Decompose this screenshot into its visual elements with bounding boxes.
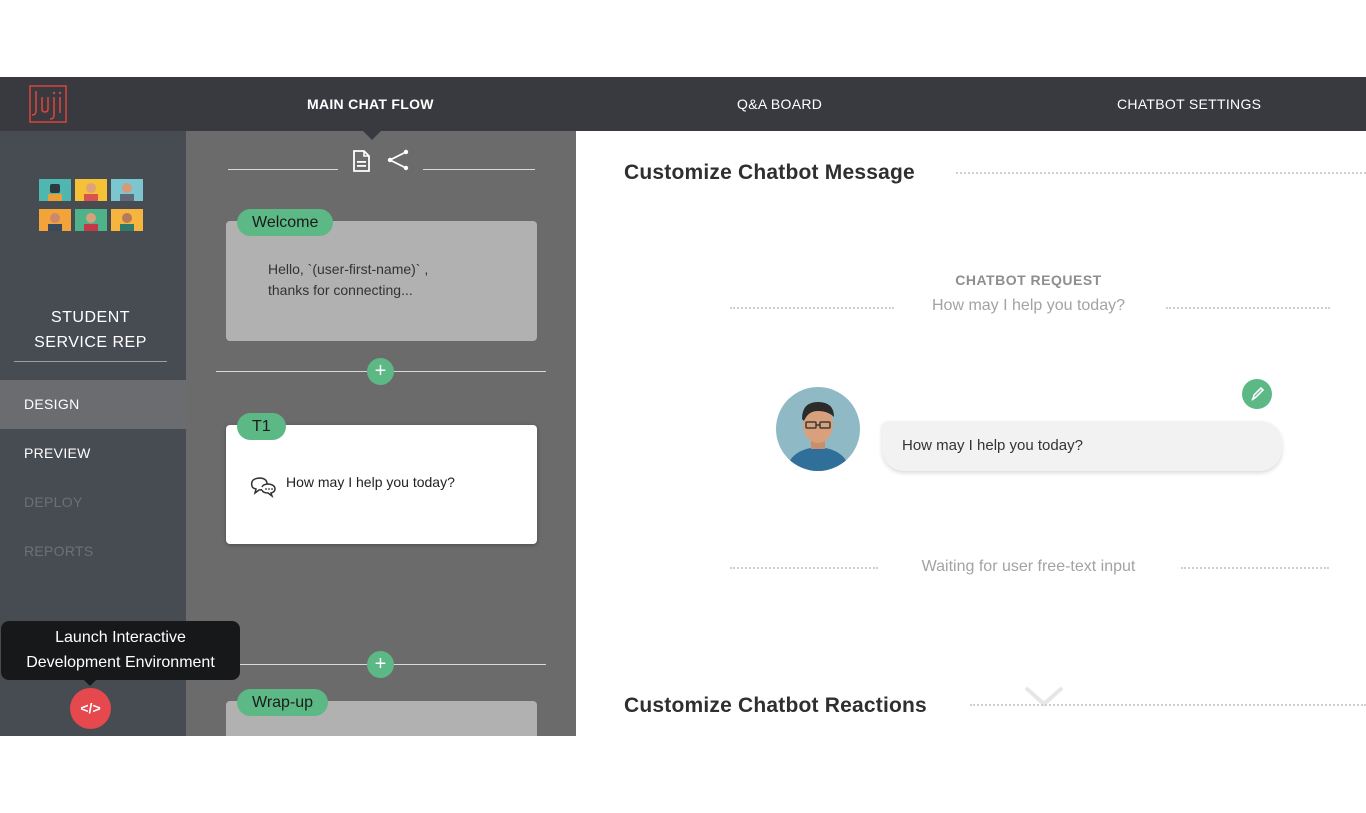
tooltip-line2: Development Environment	[26, 654, 215, 671]
chatbot-name-line2: SERVICE REP	[34, 334, 147, 351]
sidebar-item-design[interactable]: DESIGN	[0, 380, 186, 429]
launch-ide-button[interactable]: </>	[70, 688, 111, 729]
card-tag-wrap-up[interactable]: Wrap-up	[237, 689, 329, 716]
t1-card-text: How may I help you today?	[286, 474, 455, 490]
dotted-divider	[730, 307, 894, 309]
divider	[14, 361, 167, 362]
add-step-button[interactable]: +	[367, 651, 394, 678]
divider	[423, 169, 535, 170]
robot-avatar-icon	[39, 179, 71, 201]
chatbot-name: STUDENT SERVICE REP	[14, 305, 167, 355]
chatbot-name-line1: STUDENT	[50, 309, 131, 326]
chat-flow-panel: Welcome Hello, `(user-first-name)` , tha…	[186, 131, 576, 736]
divider	[228, 169, 338, 170]
sidebar-item-reports: REPORTS	[24, 543, 94, 559]
tab-qa-board[interactable]: Q&A BOARD	[737, 77, 822, 131]
person-avatar-icon	[39, 209, 71, 231]
chatbot-message-bubble[interactable]: How may I help you today?	[882, 421, 1282, 471]
document-icon[interactable]	[349, 149, 373, 173]
dotted-divider	[970, 704, 1366, 706]
chatbot-avatar	[776, 387, 860, 471]
edit-message-button[interactable]	[1242, 379, 1272, 409]
customize-panel: Customize Chatbot Message CHATBOT REQUES…	[576, 131, 1366, 736]
pencil-icon	[1251, 386, 1265, 401]
welcome-text-line2: thanks for connecting...	[268, 282, 413, 298]
card-tag-t1[interactable]: T1	[237, 413, 286, 440]
chatbot-request-label: CHATBOT REQUEST	[955, 272, 1102, 288]
person-avatar-icon	[111, 209, 143, 231]
person-avatar-icon	[75, 179, 107, 201]
top-nav: MAIN CHAT FLOW Q&A BOARD CHATBOT SETTING…	[0, 77, 1366, 131]
person-avatar-icon	[111, 179, 143, 201]
person-avatar-icon	[75, 209, 107, 231]
active-tab-indicator	[363, 131, 381, 140]
chevron-down-icon[interactable]	[1024, 686, 1064, 710]
add-step-button[interactable]: +	[367, 358, 394, 385]
sidebar-item-deploy: DEPLOY	[24, 494, 83, 510]
app-window: MAIN CHAT FLOW Q&A BOARD CHATBOT SETTING…	[0, 77, 1366, 736]
dotted-divider	[956, 172, 1366, 174]
section-title-message: Customize Chatbot Message	[624, 161, 915, 184]
sidebar-item-preview[interactable]: PREVIEW	[0, 429, 186, 478]
welcome-text-line1: Hello, `(user-first-name)` ,	[268, 261, 429, 277]
tab-chatbot-settings[interactable]: CHATBOT SETTINGS	[1117, 77, 1261, 131]
tab-main-chat-flow[interactable]: MAIN CHAT FLOW	[307, 77, 434, 131]
dotted-divider	[1166, 307, 1330, 309]
launch-ide-tooltip: Launch Interactive Development Environme…	[1, 621, 240, 686]
chatbot-request-text: How may I help you today?	[932, 297, 1125, 314]
card-tag-welcome[interactable]: Welcome	[237, 209, 334, 236]
dotted-divider	[730, 567, 878, 569]
tooltip-line1: Launch Interactive	[55, 629, 186, 646]
waiting-input-text: Waiting for user free-text input	[921, 558, 1136, 575]
dotted-divider	[1181, 567, 1329, 569]
share-icon[interactable]	[386, 148, 410, 172]
chat-bubbles-icon	[250, 477, 276, 498]
welcome-card-text: Hello, `(user-first-name)` , thanks for …	[268, 259, 428, 301]
section-title-reactions: Customize Chatbot Reactions	[624, 694, 927, 717]
juji-logo[interactable]	[29, 85, 67, 123]
